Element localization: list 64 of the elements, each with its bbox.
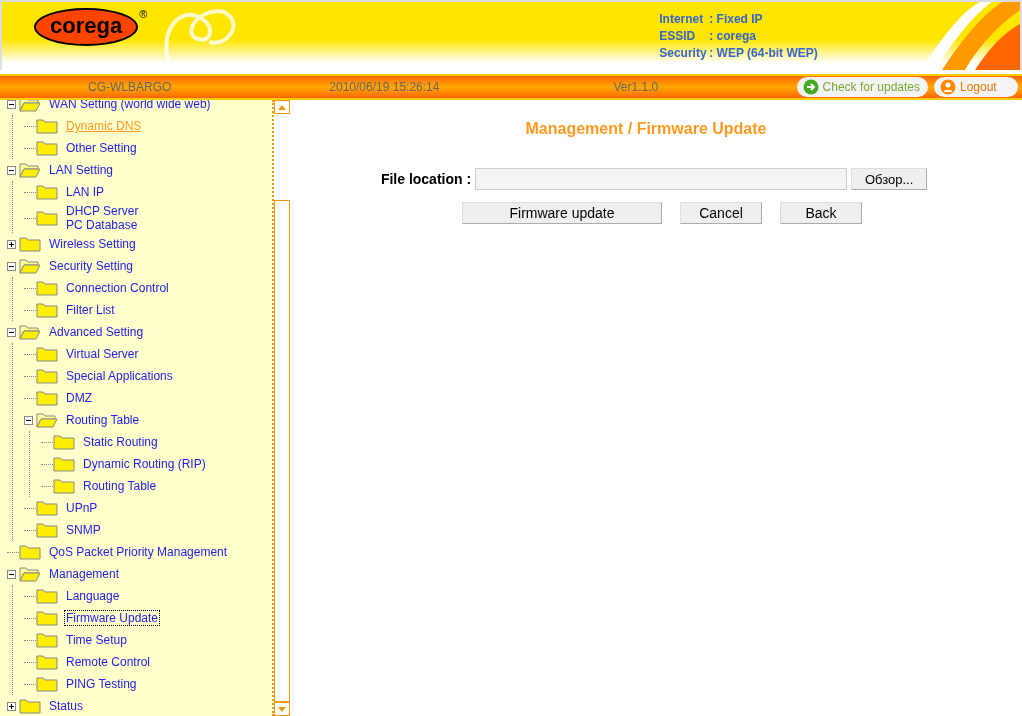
sidebar-item[interactable]: UPnP [64, 500, 100, 516]
info-label: Internet [659, 12, 705, 26]
action-button[interactable]: Cancel [680, 202, 762, 224]
model-name: CG-WLBARGO [88, 80, 172, 94]
sidebar-item[interactable]: Routing Table [64, 412, 142, 428]
sidebar-item[interactable]: Other Setting [64, 140, 139, 156]
folder-icon [19, 162, 41, 178]
info-label: ESSID [659, 29, 697, 43]
sidebar-item[interactable]: LAN IP [64, 184, 106, 200]
sidebar-item[interactable]: QoS Packet Priority Management [47, 544, 230, 560]
sidebar-item[interactable]: Static Routing [81, 434, 160, 450]
registered-mark: ® [139, 8, 148, 20]
folder-icon [36, 412, 58, 428]
sidebar-item[interactable]: Dynamic Routing (RIP) [81, 456, 208, 472]
logo: corega [34, 8, 139, 46]
sidebar-item[interactable]: Status [47, 698, 86, 714]
page-title: Management / Firmware Update [525, 120, 767, 138]
action-button[interactable]: Back [780, 202, 862, 224]
info-label: Security [659, 46, 708, 60]
expand-icon[interactable] [7, 239, 16, 249]
collapse-icon[interactable] [7, 327, 16, 337]
folder-icon [19, 324, 41, 340]
sidebar-item[interactable]: LAN Setting [47, 162, 116, 178]
sidebar-item[interactable]: WAN Setting (world wide web) [47, 100, 213, 112]
folder-icon [19, 566, 41, 582]
collapse-icon[interactable] [7, 100, 16, 109]
collapse-icon[interactable] [7, 165, 16, 175]
sidebar-item[interactable]: DMZ [64, 390, 94, 406]
info-value: : Fixed IP [709, 12, 763, 26]
sidebar-item[interactable]: Wireless Setting [47, 236, 138, 252]
scrollbar[interactable] [272, 100, 290, 716]
date-time: 2010/06/19 15:26:14 [329, 80, 440, 94]
field-label: File location : [380, 171, 472, 187]
action-button[interactable]: Firmware update [462, 202, 662, 224]
info-value: : WEP (64-bit WEP) [709, 46, 818, 60]
folder-icon [19, 100, 41, 112]
sidebar-item[interactable]: Special Applications [64, 368, 175, 384]
sidebar-item[interactable]: Advanced Setting [47, 324, 146, 340]
sidebar-item[interactable]: Connection Control [64, 280, 171, 296]
folder-icon [19, 236, 41, 252]
sidebar-item[interactable]: Language [64, 588, 122, 604]
sidebar-item[interactable]: Virtual Server [64, 346, 141, 362]
browse-button[interactable]: Обзор... [851, 168, 928, 190]
folder-icon [19, 698, 41, 714]
sidebar-item[interactable]: Filter List [64, 302, 117, 318]
sidebar-item[interactable]: Remote Control [64, 654, 153, 670]
sidebar-item[interactable]: Management [47, 566, 122, 582]
sidebar-item[interactable]: Firmware Update [64, 610, 161, 626]
sidebar-item[interactable]: Routing Table [81, 478, 159, 494]
file-location-field[interactable] [475, 168, 848, 190]
sidebar-item[interactable]: Time Setup [64, 632, 129, 648]
info-value: : corega [709, 29, 756, 43]
collapse-icon[interactable] [7, 261, 16, 271]
sidebar-item[interactable]: Security Setting [47, 258, 136, 274]
collapse-icon[interactable] [7, 569, 16, 579]
sidebar-item[interactable]: DHCP Server PC Database [64, 203, 141, 233]
folder-icon [19, 258, 41, 274]
sidebar-item[interactable]: SNMP [64, 522, 103, 538]
scroll-thumb[interactable] [274, 200, 290, 702]
sidebar-item[interactable]: PING Testing [64, 676, 139, 692]
person-icon [940, 79, 956, 95]
expand-icon[interactable] [7, 701, 16, 711]
collapse-icon[interactable] [24, 415, 33, 425]
version: Ver1.1.0 [613, 80, 659, 94]
